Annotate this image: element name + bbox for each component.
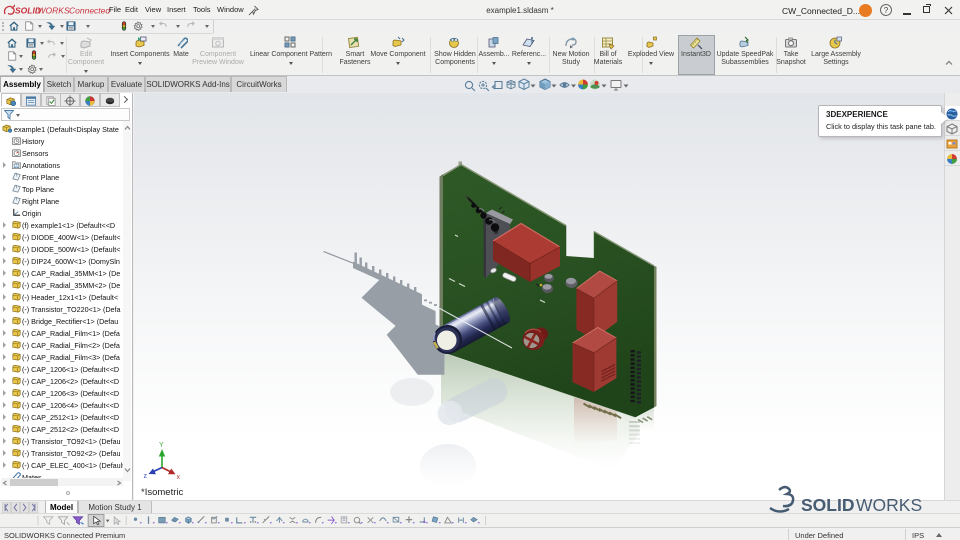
svg-text:Connected: Connected xyxy=(69,6,110,16)
svg-text:WORKS: WORKS xyxy=(38,6,70,16)
svg-text:A: A xyxy=(15,163,18,168)
